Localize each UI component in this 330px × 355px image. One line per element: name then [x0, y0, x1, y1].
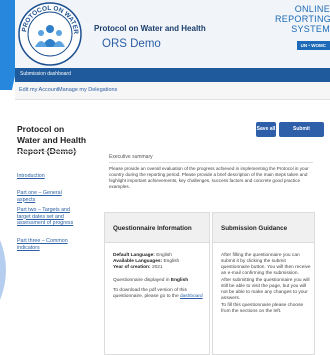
header-title: Protocol on Water and Health: [94, 24, 206, 33]
submission-guidance-title: Submission Guidance: [221, 225, 288, 232]
brand-line-2: REPORTING: [275, 14, 330, 24]
executive-summary-text: Please provide an overall evaluation of …: [109, 166, 309, 189]
save-all-button[interactable]: Save all: [256, 122, 276, 137]
questionnaire-info-header: Questionnaire Information: [105, 213, 209, 243]
sidebar-title: Protocol on Water and Health Report (Dem…: [17, 124, 87, 156]
displayed-in-text: Questionnaire displayed in: [113, 278, 170, 283]
edit-account-link[interactable]: Edit my Account: [19, 87, 58, 93]
download-text: To download the pdf version of this ques…: [113, 288, 187, 299]
site-header: PROTOCOL ON WATER AND HEALTH Protocol on…: [15, 0, 330, 68]
available-languages-label: Available Languages:: [113, 259, 163, 264]
download-instructions: To download the pdf version of this ques…: [113, 288, 205, 300]
brand-badge: UN • WOMC: [296, 41, 330, 50]
default-language-label: Default Language:: [113, 253, 155, 258]
account-bar: Edit my Account Manage my Delegations: [15, 82, 330, 100]
ors-brand: ONLINE REPORTING SYSTEM UN • WOMC: [275, 4, 330, 52]
submission-guidance-header: Submission Guidance: [213, 213, 314, 243]
sidebar-item-part-one[interactable]: Part one – General aspects: [17, 190, 79, 203]
sidebar-divider: [17, 151, 77, 152]
submission-guidance-panel: Submission Guidance After filling the qu…: [212, 212, 315, 355]
submission-dashboard-link[interactable]: Submission dashboard: [20, 71, 71, 77]
available-languages-value: English: [163, 259, 180, 264]
dashboard-link[interactable]: dashboard: [180, 294, 203, 299]
default-language-value: English: [156, 253, 172, 258]
questionnaire-info-title: Questionnaire Information: [113, 225, 192, 232]
guidance-paragraph-1: After filling the questionnaire you can …: [221, 253, 311, 276]
protocol-logo[interactable]: PROTOCOL ON WATER AND HEALTH: [17, 1, 83, 67]
guidance-paragraph-2: After submitting the questionnaire you w…: [221, 278, 310, 301]
header-subtitle: ORS Demo: [102, 38, 161, 50]
questionnaire-info-panel: Questionnaire Information Default Langua…: [104, 212, 210, 355]
manage-delegations-link[interactable]: Manage my Delegations: [58, 87, 117, 93]
brand-line-3: SYSTEM: [291, 24, 330, 34]
brand-line-1: ONLINE: [294, 4, 330, 14]
guidance-paragraph-3: To fill this questionnaire please choose…: [221, 303, 304, 314]
executive-summary-label: Executive summary: [109, 154, 153, 160]
questionnaire-meta: Default Language: English Available Lang…: [113, 253, 205, 271]
executive-summary-divider: [109, 162, 313, 163]
displayed-language: English: [170, 278, 189, 283]
sub-navigation-bar: Submission dashboard: [15, 68, 330, 82]
sidebar-item-introduction[interactable]: Introduction: [17, 173, 79, 180]
sidebar-item-part-three[interactable]: Part three – Common indicators: [17, 238, 79, 251]
submit-questionnaire-button[interactable]: Submit questionnaire: [279, 122, 324, 147]
sidebar-item-part-two[interactable]: Part two – Targets and target dates set …: [17, 207, 79, 227]
display-language-line: Questionnaire displayed in English: [113, 278, 205, 284]
year-label: Year of creation:: [113, 265, 151, 270]
year-value: 2021: [151, 265, 163, 270]
